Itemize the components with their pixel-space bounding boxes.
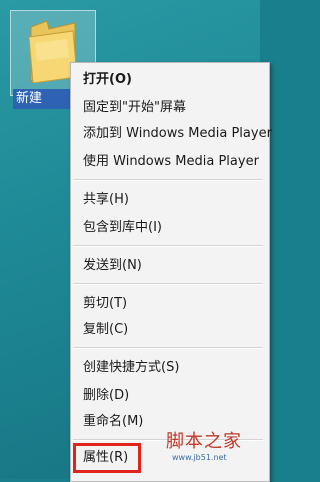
context-menu: 打开(O) 固定到"开始"屏幕 添加到 Windows Media Player…	[70, 62, 272, 482]
menu-separator	[73, 283, 263, 285]
menu-item-copy[interactable]: 复制(C)	[83, 319, 128, 341]
folder-name-label[interactable]: 新建	[13, 89, 76, 109]
menu-item-cut[interactable]: 剪切(T)	[83, 293, 127, 315]
menu-separator	[73, 347, 263, 349]
menu-item-include-library[interactable]: 包含到库中(I)	[83, 217, 162, 239]
menu-item-add-wmp[interactable]: 添加到 Windows Media Player	[83, 123, 272, 145]
menu-item-create-shortcut[interactable]: 创建快捷方式(S)	[83, 357, 179, 379]
desktop-background: 新建 打开(O) 固定到"开始"屏幕 添加到 Windows Media Pla…	[0, 0, 272, 482]
menu-separator	[73, 245, 263, 247]
menu-item-play-wmp[interactable]: 使用 Windows Media Player	[83, 151, 259, 173]
watermark-url: www.jb51.net	[172, 453, 227, 462]
menu-item-delete[interactable]: 删除(D)	[83, 385, 129, 407]
properties-highlight-box	[73, 443, 141, 473]
watermark: 脚本之家 www.jb51.net	[166, 432, 256, 464]
menu-separator	[73, 179, 263, 181]
menu-item-pin-start[interactable]: 固定到"开始"屏幕	[83, 97, 186, 119]
menu-item-rename[interactable]: 重命名(M)	[83, 411, 143, 433]
menu-item-open[interactable]: 打开(O)	[83, 69, 132, 91]
watermark-title: 脚本之家	[166, 431, 242, 452]
menu-item-send-to[interactable]: 发送到(N)	[83, 255, 142, 277]
menu-item-share[interactable]: 共享(H)	[83, 189, 129, 211]
